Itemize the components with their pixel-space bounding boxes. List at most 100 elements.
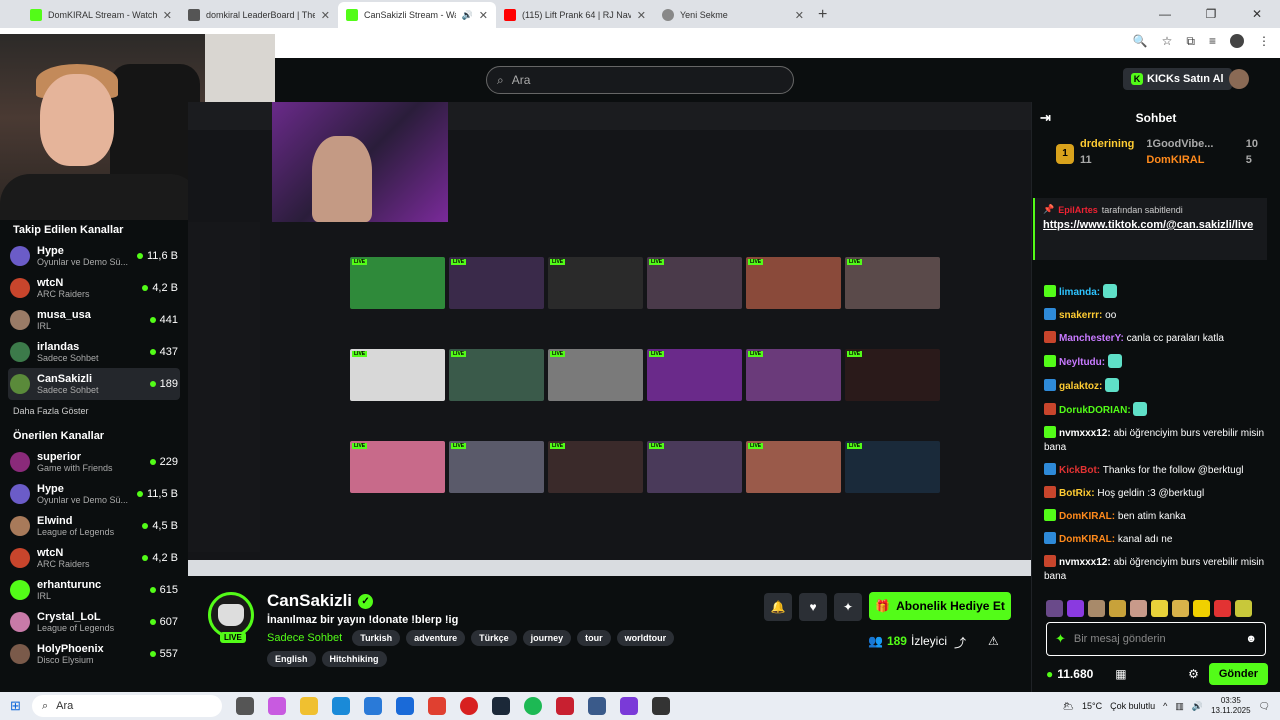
copilot-icon[interactable] xyxy=(268,697,286,715)
chat-username[interactable]: Neyltudu: xyxy=(1059,357,1105,368)
notification-bell-button[interactable]: 🔔 xyxy=(764,593,792,621)
extensions-icon[interactable]: ⧉ xyxy=(1186,34,1195,49)
chat-username[interactable]: ManchesterY: xyxy=(1059,333,1124,344)
sidebar-channel-item[interactable]: Hype Oyunlar ve Demo Sü... 11,6 B xyxy=(0,240,188,272)
emote-icon[interactable] xyxy=(1214,600,1231,617)
sidebar-channel-item[interactable]: erhanturunc IRL 615 xyxy=(0,574,188,606)
app-icon[interactable] xyxy=(588,697,606,715)
close-icon[interactable]: ✕ xyxy=(637,9,646,22)
os-search-box[interactable]: ⌕ Ara xyxy=(32,695,222,717)
tag[interactable]: tour xyxy=(577,630,611,646)
network-icon[interactable]: ▥ xyxy=(1175,701,1184,712)
chat-username[interactable]: nvmxxx12: xyxy=(1059,428,1111,439)
pinned-link[interactable]: https://www.tiktok.com/@can.sakizli/live xyxy=(1043,219,1259,232)
user-avatar[interactable] xyxy=(1229,69,1249,89)
browser-tab-active[interactable]: CanSakizli Stream - Watch L 🔊 ✕ xyxy=(338,2,496,28)
chrome-icon[interactable] xyxy=(428,697,446,715)
store-app-icon[interactable] xyxy=(364,697,382,715)
tray-chevron-icon[interactable]: ^ xyxy=(1163,701,1167,711)
channel-name[interactable]: CanSakizli xyxy=(267,591,352,611)
emote-icon[interactable] xyxy=(1172,600,1189,617)
sidebar-channel-item[interactable]: Hype Oyunlar ve Demo Sü... 11,5 B xyxy=(0,478,188,510)
menu-dots-icon[interactable]: ⋮ xyxy=(1258,34,1270,49)
store-icon[interactable]: ▦ xyxy=(1115,667,1126,681)
emote-icon[interactable] xyxy=(1046,600,1063,617)
gifter-name[interactable]: DomKIRAL xyxy=(1146,154,1213,166)
file-explorer-icon[interactable] xyxy=(300,697,318,715)
restore-icon[interactable]: ❐ xyxy=(1188,0,1234,28)
chat-username[interactable]: BotRix: xyxy=(1059,488,1095,499)
chat-input[interactable]: ✦ Bir mesaj gönderin ☻ xyxy=(1046,622,1266,656)
pinned-user[interactable]: EpilArtes xyxy=(1058,205,1098,215)
mail-icon[interactable] xyxy=(396,697,414,715)
send-button[interactable]: Gönder xyxy=(1208,663,1268,685)
gifter-name[interactable]: 1GoodVibe... xyxy=(1146,138,1213,150)
chat-username[interactable]: snakerrr: xyxy=(1059,310,1102,321)
media-controls-icon[interactable]: ≡ xyxy=(1209,34,1216,49)
chat-username[interactable]: limanda: xyxy=(1059,287,1100,298)
emote-icon[interactable] xyxy=(1088,600,1105,617)
close-window-icon[interactable]: ✕ xyxy=(1234,0,1280,28)
sidebar-channel-item[interactable]: wtcN ARC Raiders 4,2 B xyxy=(0,272,188,304)
gift-subscription-button[interactable]: 🎁 Abonelik Hediye Et xyxy=(869,592,1011,620)
browser-tab[interactable]: Yeni Sekme ✕ xyxy=(654,2,812,28)
chat-username[interactable]: nvmxxx12: xyxy=(1059,557,1111,568)
buy-kicks-button[interactable]: K KICKs Satın Al xyxy=(1123,68,1232,90)
chat-username[interactable]: KickBot: xyxy=(1059,465,1100,476)
tag[interactable]: worldtour xyxy=(616,630,675,646)
app-icon[interactable] xyxy=(652,697,670,715)
collapse-chat-icon[interactable]: ⇥ xyxy=(1040,110,1051,126)
tag[interactable]: Turkish xyxy=(352,630,401,646)
close-icon[interactable]: ✕ xyxy=(479,9,488,22)
browser-tab[interactable]: domkiral LeaderBoard | The be ✕ xyxy=(180,2,338,28)
sidebar-channel-item[interactable]: superior Game with Friends 229 xyxy=(0,446,188,478)
chat-username[interactable]: DomKIRAL: xyxy=(1059,534,1115,545)
zoom-icon[interactable]: 🔍 xyxy=(1133,34,1148,49)
notification-icon[interactable]: 🗨 xyxy=(1259,701,1270,712)
emote-icon[interactable] xyxy=(1130,600,1147,617)
emote-icon[interactable] xyxy=(1193,600,1210,617)
emote-icon[interactable] xyxy=(1109,600,1126,617)
chat-username[interactable]: DorukDORIAN: xyxy=(1059,405,1131,416)
emoji-icon[interactable]: ☻ xyxy=(1245,633,1257,645)
edge-icon[interactable] xyxy=(332,697,350,715)
sidebar-channel-item[interactable]: musa_usa IRL 441 xyxy=(0,304,188,336)
search-input[interactable]: ⌕ Ara xyxy=(486,66,794,94)
tag[interactable]: journey xyxy=(522,630,572,646)
steam-icon[interactable] xyxy=(492,697,510,715)
sidebar-channel-item[interactable]: irlandas Sadece Sohbet 437 xyxy=(0,336,188,368)
sidebar-channel-item[interactable]: CanSakizli Sadece Sohbet 189 xyxy=(8,368,180,400)
boost-button[interactable]: ✦ xyxy=(834,593,862,621)
close-icon[interactable]: ✕ xyxy=(795,9,804,22)
minimize-icon[interactable]: — xyxy=(1142,0,1188,28)
chat-username[interactable]: DomKIRAL: xyxy=(1059,511,1115,522)
opera-icon[interactable] xyxy=(460,697,478,715)
chat-username[interactable]: galaktoz: xyxy=(1059,381,1102,392)
browser-tab[interactable]: DomKIRAL Stream - Watch Live ✕ xyxy=(22,2,180,28)
task-view-icon[interactable] xyxy=(236,697,254,715)
video-player[interactable] xyxy=(188,102,1031,576)
tag[interactable]: adventure xyxy=(406,630,466,646)
emote-icon[interactable] xyxy=(1151,600,1168,617)
report-icon[interactable]: ⚠ xyxy=(988,634,999,648)
new-tab-button[interactable]: + xyxy=(818,2,827,28)
sidebar-channel-item[interactable]: HolyPhoenix Disco Elysium 557 xyxy=(0,638,188,670)
browser-tab[interactable]: (115) Lift Prank 64 | RJ Naved - ✕ xyxy=(496,2,654,28)
sidebar-channel-item[interactable]: Elwind League of Legends 4,5 B xyxy=(0,510,188,542)
windows-start-icon[interactable]: ⊞ xyxy=(10,698,21,714)
profile-avatar[interactable] xyxy=(1230,34,1244,48)
follow-heart-button[interactable]: ♥ xyxy=(799,593,827,621)
tag[interactable]: English xyxy=(267,651,316,667)
clock[interactable]: 03:35 13.11.2025 xyxy=(1211,696,1250,716)
kicks-sparkle-icon[interactable]: ✦ xyxy=(1055,631,1066,647)
volume-icon[interactable]: 🔊 xyxy=(1192,701,1203,712)
bookmark-star-icon[interactable]: ☆ xyxy=(1162,34,1173,49)
sidebar-channel-item[interactable]: wtcN ARC Raiders 4,2 B xyxy=(0,542,188,574)
sidebar-channel-item[interactable]: Crystal_LoL League of Legends 607 xyxy=(0,606,188,638)
close-icon[interactable]: ✕ xyxy=(163,9,172,22)
emote-icon[interactable] xyxy=(1235,600,1252,617)
discord-icon[interactable] xyxy=(620,697,638,715)
tag[interactable]: Hitchhiking xyxy=(321,651,387,667)
spotify-icon[interactable] xyxy=(524,697,542,715)
show-more-link[interactable]: Daha Fazla Göster xyxy=(0,400,188,426)
